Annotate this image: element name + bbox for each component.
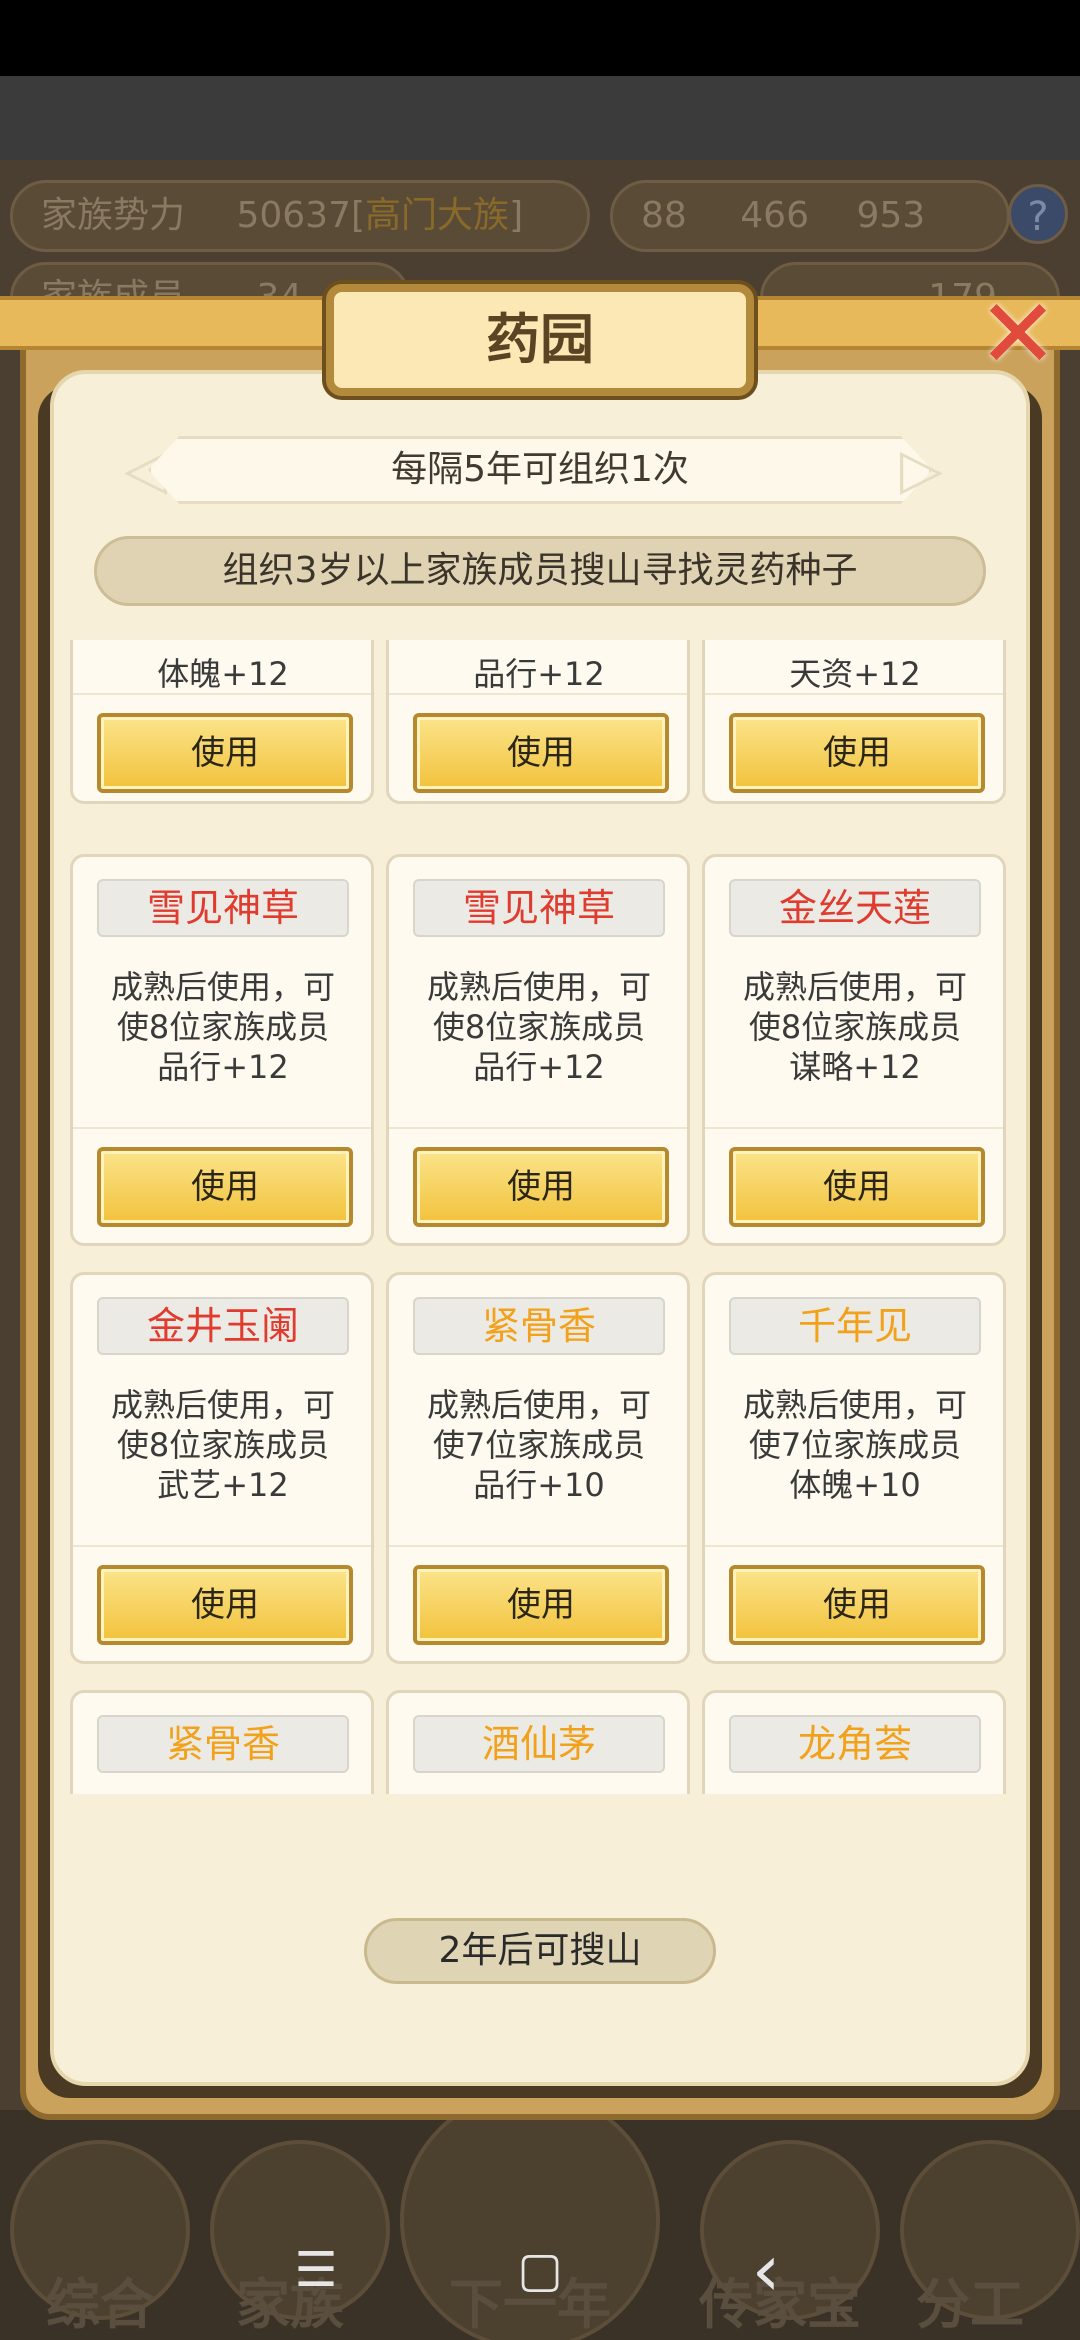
use-button[interactable]: 使用 xyxy=(729,713,985,793)
card-divider xyxy=(73,693,371,695)
card-divider xyxy=(73,1127,371,1129)
herb-card: 紧骨香 成熟后使用，可 使7位家族成员 品行+10 使用 xyxy=(386,1272,690,1664)
card-effect: 体魄+12 xyxy=(157,655,289,693)
herb-name: 紧骨香 xyxy=(97,1715,349,1773)
desc-line: 成熟后使用，可 xyxy=(426,968,651,1006)
desc-line: 体魄+10 xyxy=(789,1466,921,1504)
desc-line: 使7位家族成员 xyxy=(748,1426,962,1464)
use-button[interactable]: 使用 xyxy=(413,1565,669,1645)
desc-line: 品行+12 xyxy=(473,1048,605,1086)
desc-line: 品行+10 xyxy=(473,1466,605,1504)
family-rank: 高门大族 xyxy=(365,195,510,236)
herb-card: 千年见 成熟后使用，可 使7位家族成员 体魄+10 使用 xyxy=(702,1272,1006,1664)
currency-b: 466 xyxy=(740,195,809,236)
desc-line: 品行+12 xyxy=(157,1048,289,1086)
garden-description: 组织3岁以上家族成员搜山寻找灵药种子 xyxy=(94,536,986,606)
herb-name: 雪见神草 xyxy=(97,879,349,937)
desc-line: 成熟后使用，可 xyxy=(426,1386,651,1424)
herb-description: 成熟后使用，可 使8位家族成员 品行+12 xyxy=(399,967,679,1117)
currency-a: 88 xyxy=(641,195,687,236)
banner-right-ornament-icon: ▷ xyxy=(900,437,944,502)
herb-card: 金丝天莲 成熟后使用，可 使8位家族成员 谋略+12 使用 xyxy=(702,854,1006,1246)
herb-description: 成熟后使用，可 使7位家族成员 品行+10 xyxy=(399,1385,679,1535)
system-nav-bar: ☰ ▢ ‹ xyxy=(0,2200,1080,2340)
herb-card: 酒仙茅 xyxy=(386,1690,690,1794)
rank-bracket-open: [ xyxy=(351,195,366,236)
currency-c: 953 xyxy=(856,195,926,236)
herb-card: 龙角荟 xyxy=(702,1690,1006,1794)
use-button[interactable]: 使用 xyxy=(729,1147,985,1227)
card-divider xyxy=(389,1127,687,1129)
use-button[interactable]: 使用 xyxy=(413,1147,669,1227)
desc-line: 武艺+12 xyxy=(157,1466,289,1504)
back-icon[interactable]: ‹ xyxy=(726,2230,806,2310)
desc-line: 使8位家族成员 xyxy=(748,1008,962,1046)
herb-name: 紧骨香 xyxy=(413,1297,665,1355)
herb-card: 品行+12 使用 xyxy=(386,640,690,804)
herb-name: 龙角荟 xyxy=(729,1715,981,1773)
card-divider xyxy=(389,693,687,695)
desc-line: 使7位家族成员 xyxy=(432,1426,646,1464)
help-icon[interactable]: ? xyxy=(1008,184,1068,244)
herb-description: 成熟后使用，可 使8位家族成员 品行+12 xyxy=(83,967,363,1117)
herb-name: 酒仙茅 xyxy=(413,1715,665,1773)
desc-line: 成熟后使用，可 xyxy=(110,968,335,1006)
herb-card: 雪见神草 成熟后使用，可 使8位家族成员 品行+12 使用 xyxy=(70,854,374,1246)
herb-name: 雪见神草 xyxy=(413,879,665,937)
card-effect: 天资+12 xyxy=(789,655,921,693)
card-divider xyxy=(389,1545,687,1547)
herb-name: 金丝天莲 xyxy=(729,879,981,937)
desc-line: 成熟后使用，可 xyxy=(110,1386,335,1424)
search-status-button[interactable]: 2年后可搜山 xyxy=(364,1918,716,1984)
use-button[interactable]: 使用 xyxy=(413,713,669,793)
use-button[interactable]: 使用 xyxy=(97,713,353,793)
modal-title: 药园 xyxy=(326,284,754,396)
herb-description: 成熟后使用，可 使8位家族成员 谋略+12 xyxy=(715,967,995,1117)
use-button[interactable]: 使用 xyxy=(97,1147,353,1227)
desc-line: 使8位家族成员 xyxy=(432,1008,646,1046)
desc-line: 成熟后使用，可 xyxy=(742,968,967,1006)
desc-line: 使8位家族成员 xyxy=(116,1426,330,1464)
herb-name: 金井玉阑 xyxy=(97,1297,349,1355)
home-icon[interactable]: ▢ xyxy=(500,2230,580,2310)
herb-name: 千年见 xyxy=(729,1297,981,1355)
card-divider xyxy=(73,1545,371,1547)
card-divider xyxy=(705,693,1003,695)
family-power-pill: 家族势力 50637[高门大族] xyxy=(10,180,590,252)
status-bar xyxy=(0,0,1080,76)
herb-grid[interactable]: 体魄+12 使用 品行+12 使用 天资+12 使用 雪见神草 成熟后使用，可 … xyxy=(68,640,1012,1794)
use-button[interactable]: 使用 xyxy=(729,1565,985,1645)
rank-bracket-close: ] xyxy=(509,195,524,236)
herb-card: 金井玉阑 成熟后使用，可 使8位家族成员 武艺+12 使用 xyxy=(70,1272,374,1664)
close-icon[interactable]: ✕ xyxy=(968,284,1068,384)
menu-icon[interactable]: ☰ xyxy=(276,2230,356,2310)
herb-card: 体魄+12 使用 xyxy=(70,640,374,804)
family-power-value: 50637 xyxy=(236,195,351,236)
herb-card: 雪见神草 成熟后使用，可 使8位家族成员 品行+12 使用 xyxy=(386,854,690,1246)
use-button[interactable]: 使用 xyxy=(97,1565,353,1645)
currency-pill: 88 466 953 xyxy=(610,180,1010,252)
desc-line: 使8位家族成员 xyxy=(116,1008,330,1046)
interval-banner: 每隔5年可组织1次 xyxy=(148,436,932,504)
desc-line: 成熟后使用，可 xyxy=(742,1386,967,1424)
card-effect: 品行+12 xyxy=(473,655,605,693)
family-power-label: 家族势力 xyxy=(41,195,186,236)
herb-description: 成熟后使用，可 使8位家族成员 武艺+12 xyxy=(83,1385,363,1535)
desc-line: 谋略+12 xyxy=(789,1048,921,1086)
herb-description: 成熟后使用，可 使7位家族成员 体魄+10 xyxy=(715,1385,995,1535)
herb-card: 紧骨香 xyxy=(70,1690,374,1794)
card-divider xyxy=(705,1127,1003,1129)
herb-card: 天资+12 使用 xyxy=(702,640,1006,804)
top-strip xyxy=(0,76,1080,160)
card-divider xyxy=(705,1545,1003,1547)
